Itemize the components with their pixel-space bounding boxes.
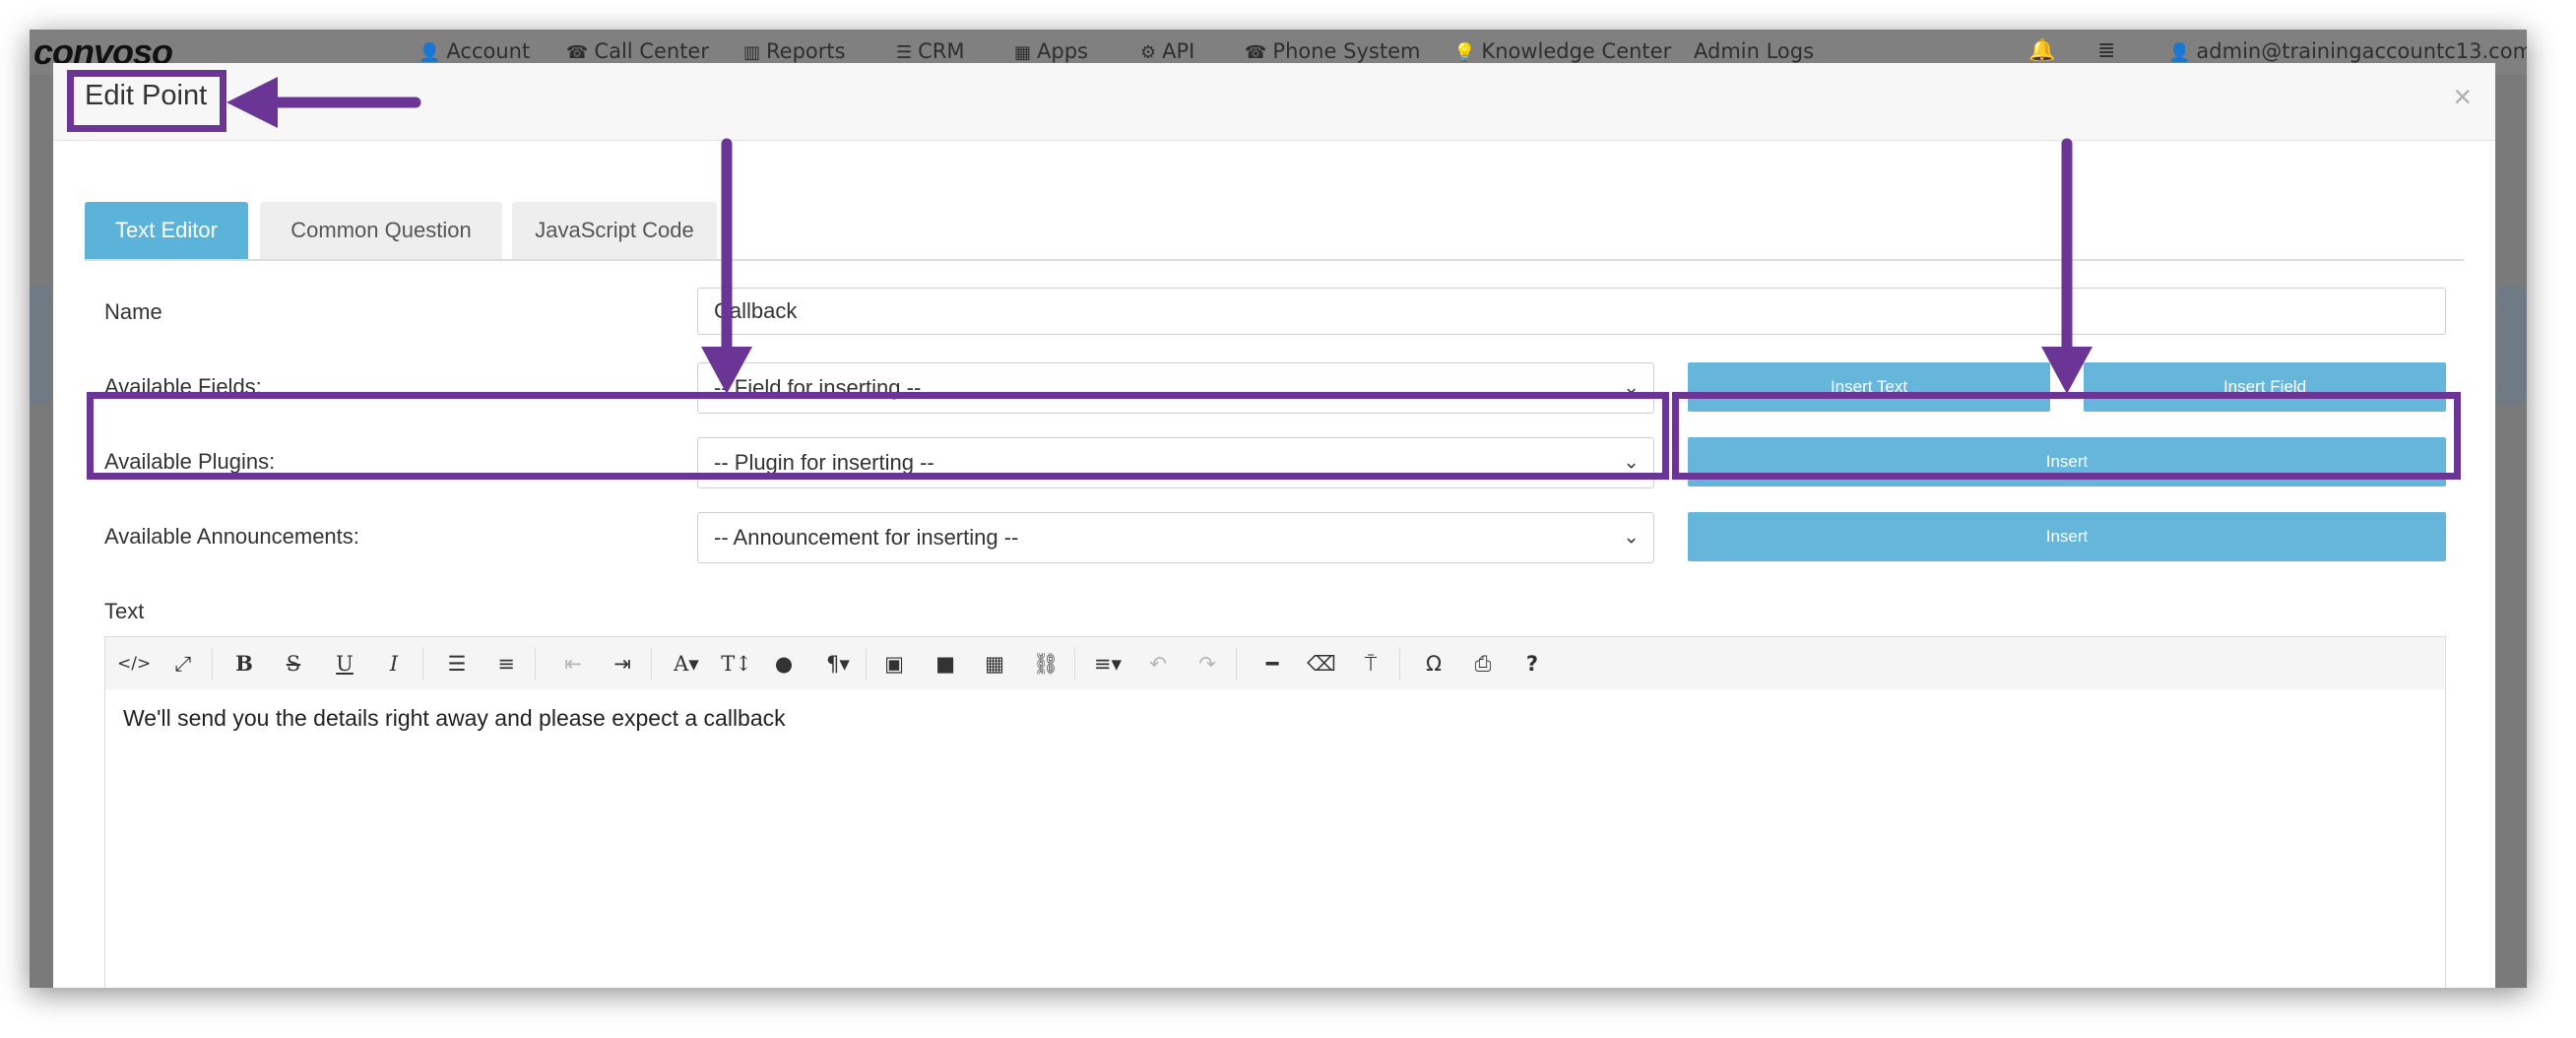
arrowhead (701, 347, 752, 394)
annotation-arrows (226, 77, 2093, 394)
arrowhead (2041, 347, 2093, 394)
arrowhead (226, 77, 278, 128)
